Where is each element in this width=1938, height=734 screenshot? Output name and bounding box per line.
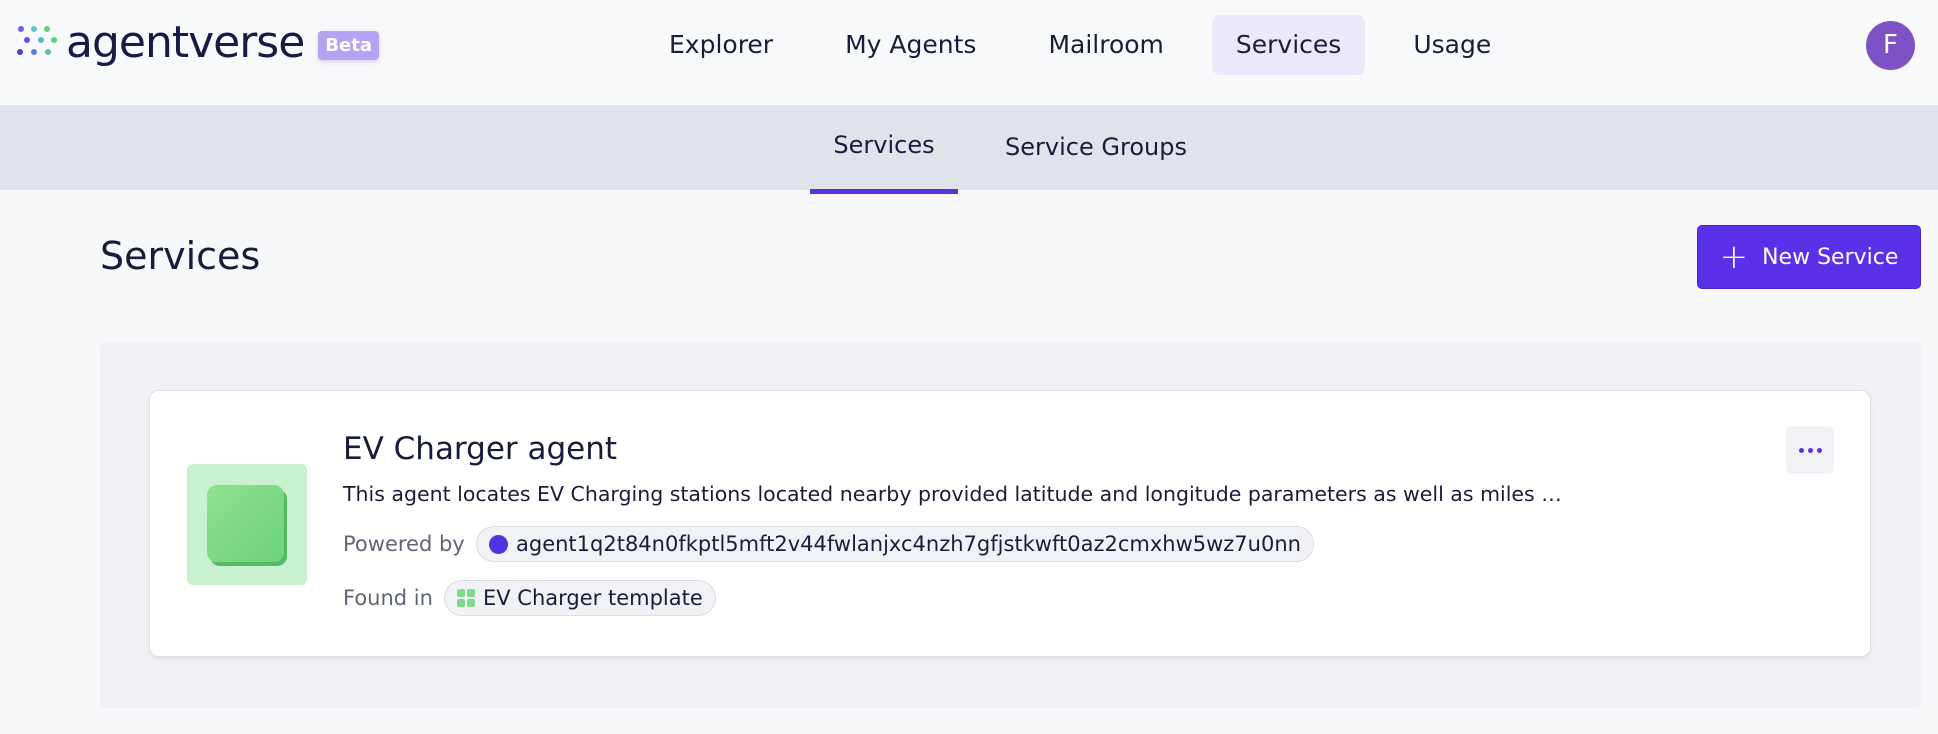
- powered-by-label: Powered by: [343, 532, 465, 556]
- user-avatar[interactable]: F: [1866, 21, 1915, 70]
- main-nav: Explorer My Agents Mailroom Services Usa…: [645, 15, 1539, 75]
- service-title[interactable]: EV Charger agent: [343, 431, 617, 467]
- nav-my-agents[interactable]: My Agents: [821, 15, 1000, 75]
- plus-icon: +: [1719, 237, 1749, 277]
- nav-services[interactable]: Services: [1211, 15, 1366, 75]
- service-thumbnail: [187, 464, 307, 585]
- logo[interactable]: agentverse Beta: [14, 20, 379, 66]
- nav-explorer[interactable]: Explorer: [645, 15, 797, 75]
- template-chip[interactable]: EV Charger template: [444, 580, 716, 616]
- top-navigation-bar: agentverse Beta Explorer My Agents Mailr…: [0, 0, 1938, 106]
- nav-usage[interactable]: Usage: [1389, 15, 1515, 75]
- service-description: This agent locates EV Charging stations …: [343, 482, 1562, 506]
- nav-mailroom[interactable]: Mailroom: [1024, 15, 1187, 75]
- more-options-button[interactable]: [1786, 426, 1834, 474]
- template-name: EV Charger template: [483, 586, 703, 610]
- tab-services[interactable]: Services: [810, 106, 958, 194]
- agent-dot-icon: [489, 534, 508, 554]
- new-service-button[interactable]: + New Service: [1697, 225, 1921, 289]
- agent-address-chip[interactable]: agent1q2t84n0fkptl5mft2v44fwlanjxc4nzh7g…: [476, 526, 1314, 562]
- service-square-icon: [207, 485, 284, 562]
- ellipsis-icon: [1797, 447, 1824, 453]
- new-service-label: New Service: [1762, 244, 1899, 270]
- beta-badge: Beta: [318, 30, 379, 60]
- found-in-label: Found in: [343, 586, 433, 610]
- brand-name: agentverse: [66, 17, 305, 68]
- agent-address: agent1q2t84n0fkptl5mft2v44fwlanjxc4nzh7g…: [516, 532, 1301, 556]
- agentverse-logo-icon: [14, 23, 58, 63]
- service-card[interactable]: EV Charger agent This agent locates EV C…: [149, 390, 1871, 657]
- sub-tab-bar: Services Service Groups: [0, 106, 1938, 194]
- page-title: Services: [100, 234, 261, 278]
- template-grid-icon: [457, 589, 475, 607]
- tab-service-groups[interactable]: Service Groups: [1000, 106, 1192, 194]
